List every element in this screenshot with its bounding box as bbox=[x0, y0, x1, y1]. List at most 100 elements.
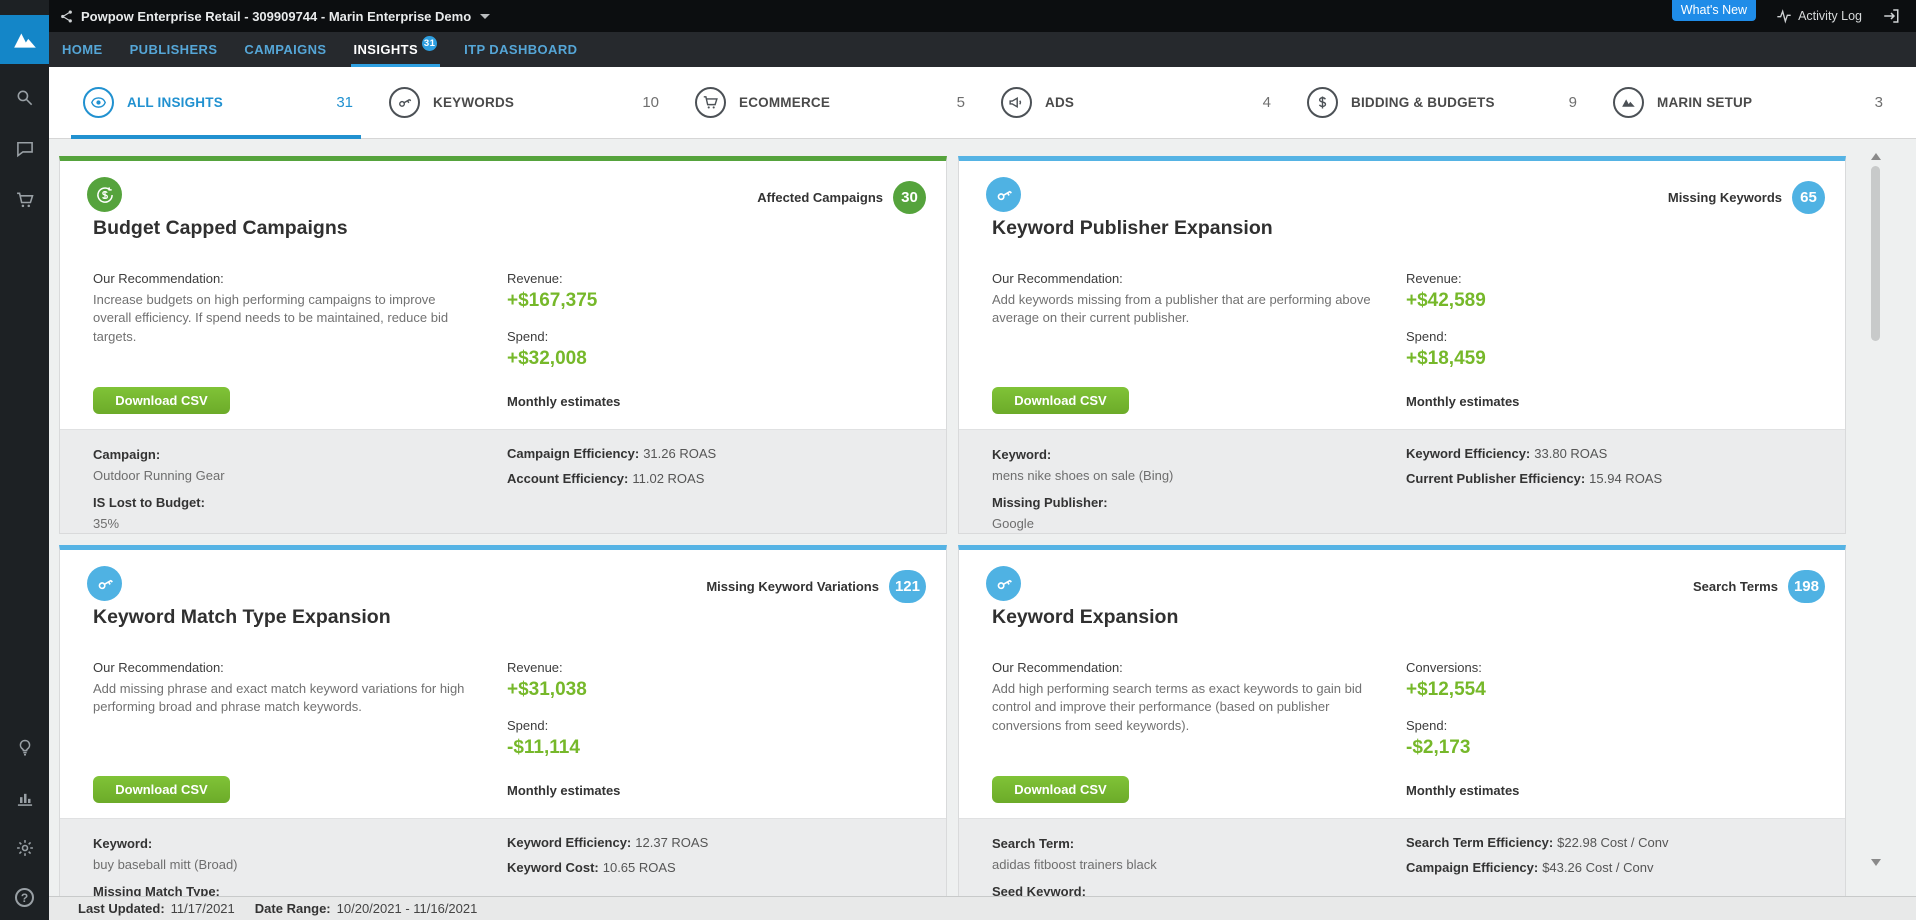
card-title: Keyword Match Type Expansion bbox=[93, 606, 391, 629]
share-nodes-icon bbox=[59, 9, 74, 24]
tab-ads[interactable]: ADS 4 bbox=[977, 67, 1283, 138]
badge-label: Missing Keyword Variations bbox=[706, 579, 879, 594]
recommendation-text: Add missing phrase and exact match keywo… bbox=[93, 680, 477, 717]
last-updated-label: Last Updated: bbox=[78, 901, 165, 916]
budget-refresh-icon bbox=[87, 177, 122, 212]
detail-label: Missing Match Type: bbox=[93, 884, 220, 896]
metric-label: Spend: bbox=[507, 718, 580, 733]
metric-value: -$11,114 bbox=[507, 737, 580, 759]
nav-item-insights[interactable]: INSIGHTS 31 bbox=[354, 32, 438, 67]
nav-item-publishers[interactable]: PUBLISHERS bbox=[130, 32, 218, 67]
detail-value: adidas fitboost trainers black bbox=[992, 857, 1406, 872]
tab-label: KEYWORDS bbox=[433, 95, 514, 110]
tab-count: 5 bbox=[957, 94, 967, 111]
detail-label: Keyword: bbox=[992, 447, 1051, 462]
detail-label: Campaign Efficiency: bbox=[507, 446, 639, 461]
detail-label: Seed Keyword: bbox=[992, 884, 1086, 896]
tab-ecommerce[interactable]: ECOMMERCE 5 bbox=[671, 67, 977, 138]
account-switcher[interactable]: Powpow Enterprise Retail - 309909744 - M… bbox=[59, 9, 490, 24]
insights-content: Affected Campaigns 30 Budget Capped Camp… bbox=[49, 139, 1916, 896]
help-icon[interactable]: ? bbox=[14, 887, 35, 908]
detail-label: Search Term: bbox=[992, 836, 1074, 851]
tab-count: 10 bbox=[642, 94, 661, 111]
mountain-logo-icon bbox=[12, 27, 38, 53]
metric-label: Revenue: bbox=[1406, 271, 1486, 286]
reports-icon[interactable] bbox=[14, 787, 35, 808]
topbar: Powpow Enterprise Retail - 309909744 - M… bbox=[49, 0, 1916, 32]
insight-cards-grid: Affected Campaigns 30 Budget Capped Camp… bbox=[59, 156, 1846, 896]
scroll-up-arrow-icon[interactable] bbox=[1871, 153, 1881, 160]
download-csv-button[interactable]: Download CSV bbox=[93, 387, 230, 414]
last-updated-value: 11/17/2021 bbox=[171, 901, 235, 916]
detail-value: $43.26 Cost / Conv bbox=[1542, 860, 1653, 875]
detail-label: Campaign: bbox=[93, 447, 160, 462]
metric-revenue: Revenue: +$167,375 bbox=[507, 271, 597, 312]
metric-label: Spend: bbox=[1406, 329, 1486, 344]
tab-bidding-budgets[interactable]: BIDDING & BUDGETS 9 bbox=[1283, 67, 1589, 138]
card-details: Keyword:mens nike shoes on sale (Bing) M… bbox=[959, 429, 1845, 533]
nav-insights-label: INSIGHTS bbox=[354, 42, 419, 57]
detail-value: 35% bbox=[93, 516, 507, 531]
nav-item-itp-dashboard[interactable]: ITP DASHBOARD bbox=[464, 32, 577, 67]
badge-label: Missing Keywords bbox=[1668, 190, 1782, 205]
detail-value: 10.65 ROAS bbox=[603, 860, 676, 875]
metric-value: +$12,554 bbox=[1406, 679, 1486, 701]
detail-value: buy baseball mitt (Broad) bbox=[93, 857, 507, 872]
lightbulb-icon[interactable] bbox=[14, 737, 35, 758]
sidebar-top-icons bbox=[14, 87, 35, 210]
search-icon[interactable] bbox=[14, 87, 35, 108]
gear-icon[interactable] bbox=[14, 837, 35, 858]
detail-label: Keyword Efficiency: bbox=[507, 835, 631, 850]
metric-value: +$167,375 bbox=[507, 290, 597, 312]
recommendation-text: Add high performing search terms as exac… bbox=[992, 680, 1376, 735]
key-icon bbox=[389, 87, 420, 118]
card-title: Budget Capped Campaigns bbox=[93, 217, 348, 240]
tab-count: 4 bbox=[1263, 94, 1273, 111]
download-csv-button[interactable]: Download CSV bbox=[93, 776, 230, 803]
badge-label: Affected Campaigns bbox=[757, 190, 883, 205]
nav-home-label: HOME bbox=[62, 42, 103, 57]
metric-value: +$32,008 bbox=[507, 348, 587, 370]
activity-log-button[interactable]: Activity Log bbox=[1776, 8, 1862, 24]
insights-count-badge: 31 bbox=[422, 36, 437, 51]
chat-icon[interactable] bbox=[14, 138, 35, 159]
card-title: Keyword Publisher Expansion bbox=[992, 217, 1273, 240]
metric-label: Revenue: bbox=[507, 660, 587, 675]
metric-spend: Spend: +$18,459 bbox=[1406, 329, 1486, 370]
whats-new-badge[interactable]: What's New bbox=[1672, 0, 1756, 21]
tab-label: MARIN SETUP bbox=[1657, 95, 1752, 110]
estimates-note: Monthly estimates bbox=[507, 394, 620, 409]
tab-keywords[interactable]: KEYWORDS 10 bbox=[365, 67, 671, 138]
eye-icon bbox=[83, 87, 114, 118]
tab-all-insights[interactable]: ALL INSIGHTS 31 bbox=[59, 67, 365, 138]
tab-marin-setup[interactable]: MARIN SETUP 3 bbox=[1589, 67, 1895, 138]
chevron-down-icon bbox=[480, 14, 490, 19]
metric-value: +$18,459 bbox=[1406, 348, 1486, 370]
detail-label: Keyword Efficiency: bbox=[1406, 446, 1530, 461]
card-badge: Missing Keywords 65 bbox=[1668, 181, 1825, 214]
scrollbar-thumb[interactable] bbox=[1871, 166, 1880, 341]
help-glyph: ? bbox=[15, 888, 34, 907]
nav-item-campaigns[interactable]: CAMPAIGNS bbox=[244, 32, 326, 67]
metric-spend: Spend: +$32,008 bbox=[507, 329, 587, 370]
metric-label: Spend: bbox=[507, 329, 587, 344]
scroll-down-arrow-icon[interactable] bbox=[1871, 859, 1881, 866]
mountain-icon bbox=[1613, 87, 1644, 118]
marin-logo[interactable] bbox=[0, 15, 49, 64]
logout-icon[interactable] bbox=[1882, 7, 1900, 25]
tab-count: 31 bbox=[336, 94, 355, 111]
vertical-scrollbar[interactable] bbox=[1869, 153, 1882, 866]
metric-revenue: Revenue: +$31,038 bbox=[507, 660, 587, 701]
detail-value: 12.37 ROAS bbox=[635, 835, 708, 850]
cart-icon[interactable] bbox=[14, 189, 35, 210]
detail-value: 11.02 ROAS bbox=[632, 471, 704, 486]
main-nav: HOME PUBLISHERS CAMPAIGNS INSIGHTS 31 IT… bbox=[49, 32, 1916, 67]
estimates-note: Monthly estimates bbox=[507, 783, 620, 798]
download-csv-button[interactable]: Download CSV bbox=[992, 387, 1129, 414]
nav-item-home[interactable]: HOME bbox=[62, 32, 103, 67]
card-badge: Affected Campaigns 30 bbox=[757, 181, 926, 214]
download-csv-button[interactable]: Download CSV bbox=[992, 776, 1129, 803]
topbar-right: What's New Activity Log bbox=[1672, 0, 1900, 32]
recommendation-label: Our Recommendation: bbox=[93, 660, 224, 675]
left-rail: ? bbox=[0, 0, 49, 920]
